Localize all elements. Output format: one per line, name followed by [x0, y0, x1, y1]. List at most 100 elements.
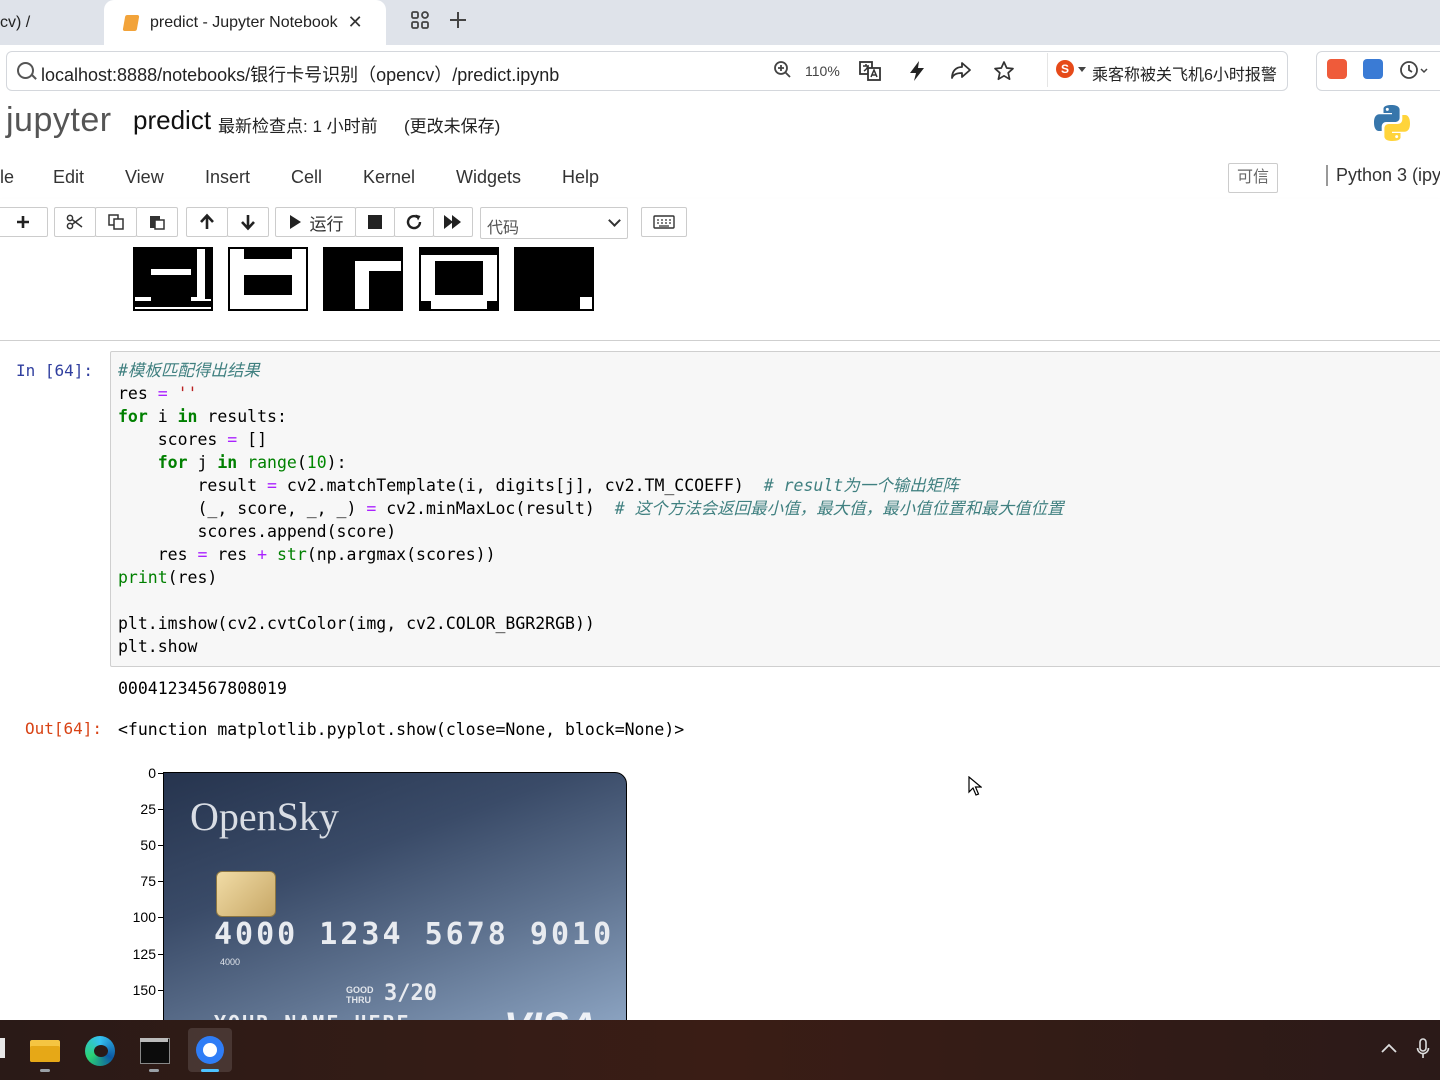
- search-icon: [17, 62, 34, 79]
- kernel-indicator[interactable]: Python 3 (ipy: [1326, 165, 1440, 186]
- translate-ext-icon[interactable]: [1363, 59, 1383, 79]
- menu-cell[interactable]: Cell: [291, 167, 322, 188]
- menu-edit[interactable]: Edit: [53, 167, 84, 188]
- tab-previous[interactable]: cv) /: [0, 0, 104, 45]
- play-icon: [289, 215, 301, 229]
- restart-icon: [406, 214, 422, 230]
- jupyter-logo[interactable]: jupyter: [6, 101, 112, 140]
- digit-image: [514, 247, 594, 311]
- notebook-toolbar: 运行 代码: [0, 199, 1440, 248]
- arrow-up-icon: [200, 213, 214, 229]
- translate-icon[interactable]: [859, 60, 881, 88]
- cell-separator: [0, 340, 1440, 341]
- y-tick-label: 100: [132, 909, 156, 925]
- keyboard-icon: [653, 215, 675, 229]
- python-logo-icon: [1374, 105, 1410, 141]
- cell-type-value: 代码: [487, 220, 520, 237]
- digit-image: [323, 247, 403, 311]
- mouse-cursor-icon: [968, 776, 982, 796]
- y-tick-label: 50: [140, 837, 156, 853]
- paste-button[interactable]: [136, 207, 178, 237]
- copy-icon: [108, 214, 124, 230]
- edge-browser-icon[interactable]: [78, 1028, 122, 1072]
- zoom-icon[interactable]: [773, 60, 793, 86]
- start-button-edge[interactable]: [0, 1038, 5, 1058]
- checkpoint-status: 最新检查点: 1 小时前: [218, 117, 378, 136]
- tab-close-icon[interactable]: ✕: [348, 12, 363, 33]
- history-icon[interactable]: [1399, 59, 1429, 86]
- star-icon[interactable]: [993, 60, 1015, 88]
- y-tick-label: 125: [132, 946, 156, 962]
- cut-button[interactable]: [54, 207, 96, 237]
- chevron-down-icon: [608, 214, 621, 227]
- card-good-thru: GOOD THRU: [346, 985, 374, 1005]
- paste-icon: [150, 216, 165, 230]
- lightning-icon[interactable]: [907, 60, 927, 88]
- address-bar-row: localhost:8888/notebooks/银行卡号识别（opencv）/…: [0, 45, 1440, 97]
- notebook-container: In [64]: #模板匹配得出结果 res = '' for i in res…: [0, 247, 1440, 1020]
- input-prompt: In [64]:: [16, 361, 94, 380]
- restart-button[interactable]: [394, 207, 434, 237]
- insert-cell-button[interactable]: [0, 207, 48, 237]
- arrow-down-icon: [241, 215, 255, 231]
- windows-taskbar: [0, 1020, 1440, 1080]
- menu-file[interactable]: le: [0, 167, 14, 188]
- active-indicator: [201, 1069, 219, 1072]
- card-brand: OpenSky: [190, 794, 339, 839]
- new-tab-icon[interactable]: [448, 10, 468, 35]
- move-down-button[interactable]: [227, 207, 269, 237]
- cell-type-select[interactable]: 代码: [480, 207, 628, 239]
- y-tick-label: 150: [132, 982, 156, 998]
- menu-view[interactable]: View: [125, 167, 164, 188]
- tab-previous-title: cv) /: [0, 13, 31, 31]
- terminal-icon[interactable]: [132, 1028, 176, 1072]
- menu-insert[interactable]: Insert: [205, 167, 250, 188]
- digit-image: [419, 247, 499, 311]
- pdf-icon[interactable]: [1327, 59, 1347, 79]
- file-explorer-icon[interactable]: [23, 1028, 67, 1072]
- code-text[interactable]: #模板匹配得出结果 res = '' for i in results: sco…: [118, 359, 1064, 658]
- chevron-down-icon[interactable]: [1078, 67, 1086, 72]
- stdout-output: 00041234567808019: [118, 679, 287, 698]
- move-up-button[interactable]: [186, 207, 228, 237]
- running-indicator: [149, 1069, 159, 1072]
- browser-tab-strip: cv) / predict - Jupyter Notebook ✕: [0, 0, 1440, 45]
- autosave-status: (更改未保存): [404, 117, 501, 136]
- sogou-icon: S: [1056, 60, 1074, 78]
- output-prompt: Out[64]:: [25, 719, 103, 738]
- notebook-favicon-icon: [122, 14, 140, 31]
- menu-help[interactable]: Help: [562, 167, 599, 188]
- browser-app-icon[interactable]: [188, 1028, 232, 1072]
- news-text[interactable]: 乘客称被关飞机6小时报警: [1092, 61, 1282, 85]
- zoom-level[interactable]: 110%: [805, 63, 840, 79]
- tab-predict[interactable]: predict - Jupyter Notebook ✕: [104, 0, 386, 45]
- address-bar[interactable]: localhost:8888/notebooks/银行卡号识别（opencv）/…: [6, 51, 1288, 91]
- stop-icon: [368, 215, 382, 229]
- microphone-icon[interactable]: [1416, 1038, 1430, 1060]
- card-expiry: 3/20: [384, 981, 437, 1006]
- code-cell-editor[interactable]: #模板匹配得出结果 res = '' for i in results: sco…: [110, 351, 1440, 667]
- y-tick-label: 0: [148, 765, 156, 781]
- digit-image: [228, 247, 308, 311]
- restart-run-all-button[interactable]: [433, 207, 473, 237]
- card-number: 4000 1234 5678 9010: [214, 917, 615, 952]
- share-icon[interactable]: [950, 60, 972, 86]
- running-indicator: [40, 1069, 50, 1072]
- run-button[interactable]: 运行: [275, 207, 356, 237]
- scissors-icon: [66, 214, 83, 230]
- fast-forward-icon: [444, 215, 461, 229]
- notebook-name[interactable]: predict: [133, 105, 211, 136]
- trusted-badge[interactable]: 可信: [1228, 163, 1278, 193]
- card-small-number: 4000: [220, 957, 241, 967]
- command-palette-button[interactable]: [641, 207, 687, 237]
- url-text[interactable]: localhost:8888/notebooks/银行卡号识别（opencv）/…: [41, 61, 559, 87]
- menu-widgets[interactable]: Widgets: [456, 167, 521, 188]
- card-chip: [216, 871, 276, 917]
- copy-button[interactable]: [95, 207, 137, 237]
- chevron-up-icon[interactable]: [1380, 1042, 1398, 1054]
- interrupt-button[interactable]: [355, 207, 395, 237]
- tab-grid-icon[interactable]: [410, 10, 430, 35]
- run-label: 运行: [309, 214, 344, 234]
- news-ticker[interactable]: S 乘客称被关飞机6小时报警: [1047, 53, 1284, 87]
- menu-kernel[interactable]: Kernel: [363, 167, 415, 188]
